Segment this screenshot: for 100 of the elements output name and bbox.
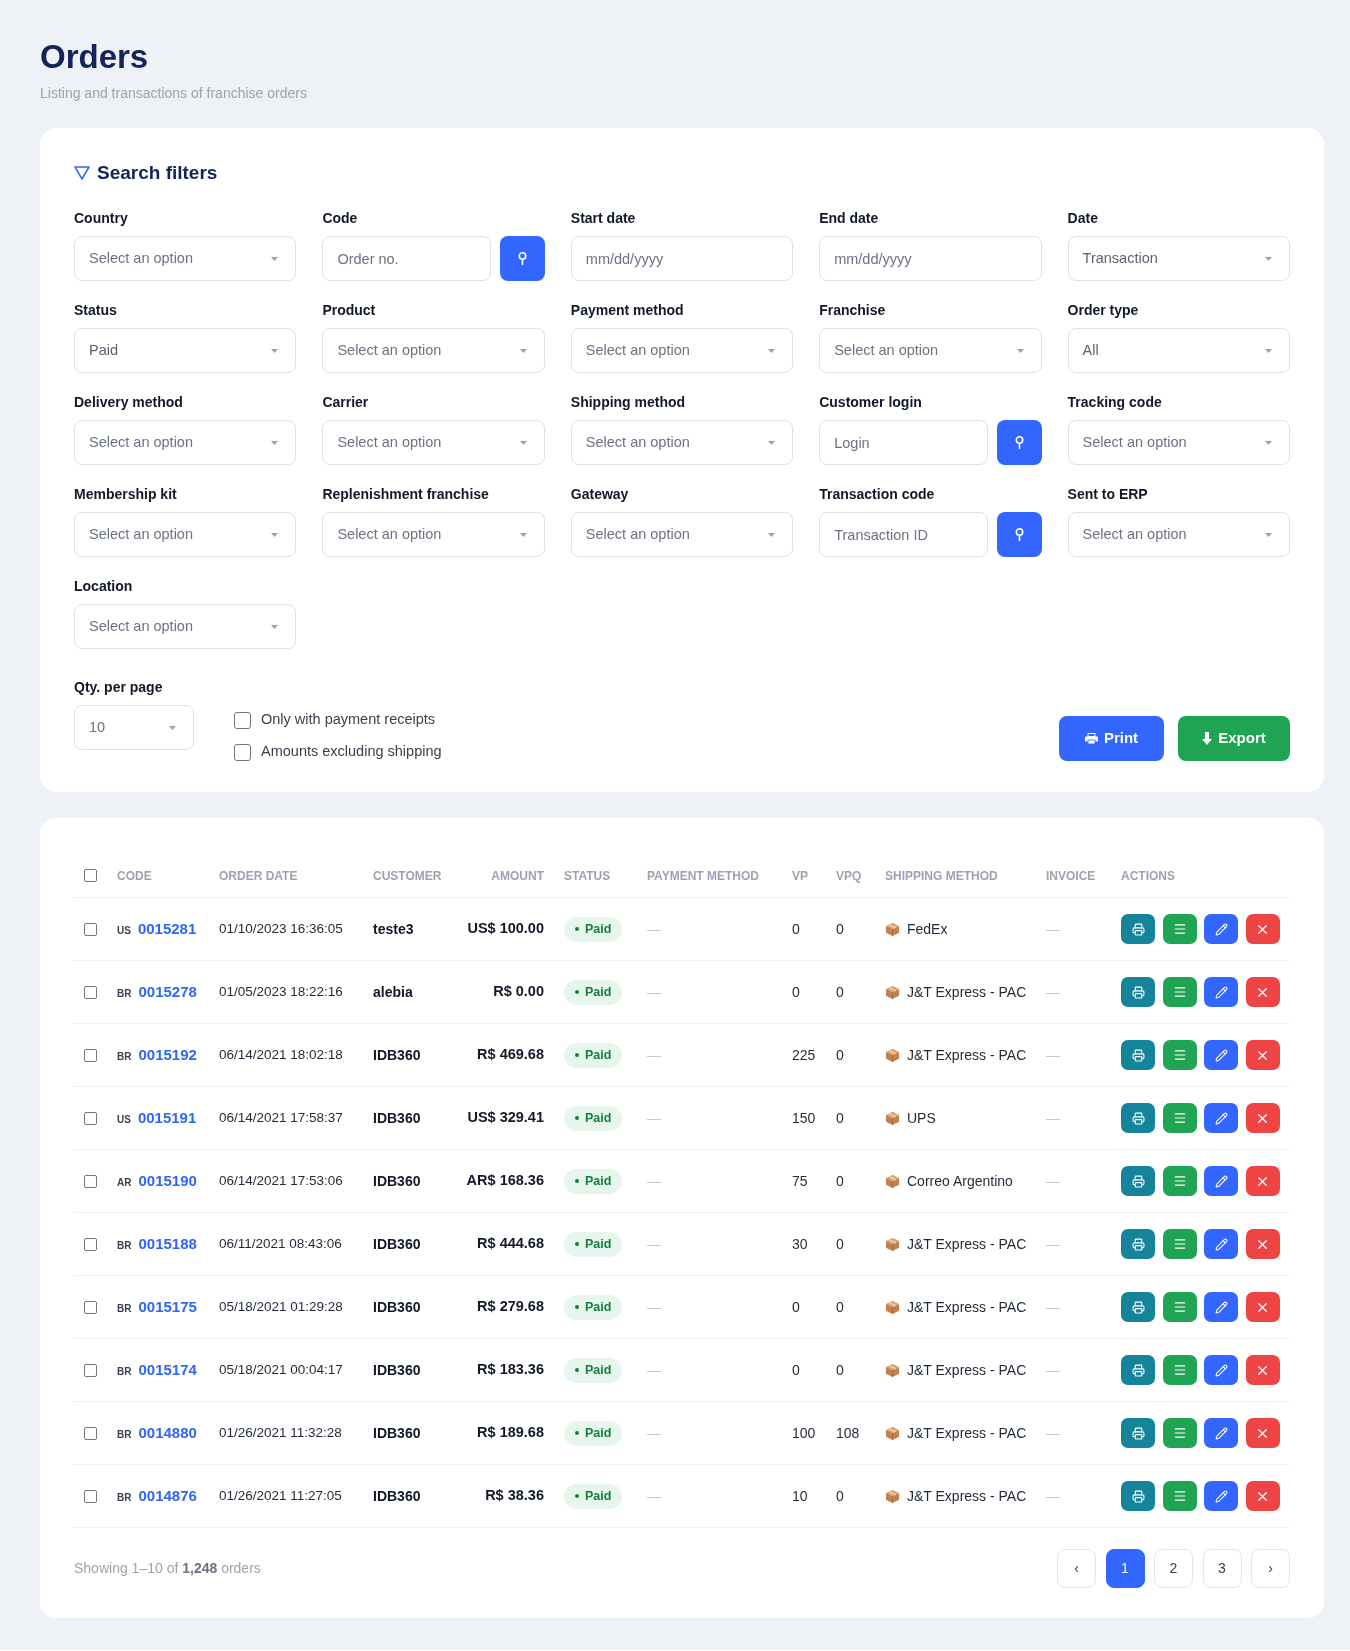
delete-button[interactable] — [1245, 1103, 1280, 1133]
select-field[interactable]: Select an option — [74, 604, 297, 649]
edit-button[interactable] — [1204, 1166, 1238, 1196]
checkbox[interactable] — [84, 1300, 97, 1314]
edit-button[interactable] — [1204, 1229, 1238, 1259]
search-button[interactable] — [996, 420, 1042, 465]
select-field[interactable]: Paid — [74, 328, 297, 373]
print-button[interactable] — [1121, 1292, 1155, 1322]
print-button[interactable]: Print — [1059, 716, 1164, 761]
order-code-link[interactable]: 0015188 — [138, 1232, 197, 1256]
edit-button[interactable] — [1204, 1355, 1238, 1385]
status-dot-icon — [575, 1179, 579, 1183]
delete-button[interactable] — [1245, 1292, 1280, 1322]
page-button[interactable]: 2 — [1154, 1549, 1193, 1588]
delete-button[interactable] — [1245, 1166, 1280, 1196]
select-field[interactable]: Select an option — [74, 236, 297, 281]
order-code-link[interactable]: 0015192 — [138, 1043, 197, 1067]
select-field[interactable]: Select an option — [322, 512, 545, 557]
select-field[interactable]: Select an option — [819, 328, 1042, 373]
details-button[interactable] — [1162, 977, 1197, 1007]
print-button[interactable] — [1121, 1166, 1155, 1196]
details-button[interactable] — [1162, 1481, 1197, 1511]
delete-button[interactable] — [1245, 1229, 1280, 1259]
order-code-link[interactable]: 0015191 — [137, 1106, 197, 1130]
print-button[interactable] — [1121, 1103, 1155, 1133]
print-button[interactable] — [1121, 1418, 1155, 1448]
printer-icon — [1131, 922, 1145, 936]
order-code-link[interactable]: 0014880 — [138, 1421, 197, 1445]
date-field[interactable]: mm/dd/yyyy — [570, 236, 794, 281]
text-field[interactable]: Order no. — [322, 236, 491, 281]
date-field[interactable]: mm/dd/yyyy — [819, 236, 1042, 281]
details-button[interactable] — [1162, 1229, 1197, 1259]
checkbox[interactable] — [84, 1111, 97, 1125]
edit-button[interactable] — [1204, 1481, 1238, 1511]
checkbox[interactable] — [84, 1489, 97, 1503]
checkbox[interactable] — [84, 1237, 97, 1251]
details-button[interactable] — [1162, 1166, 1197, 1196]
print-button[interactable] — [1121, 1481, 1155, 1511]
details-button[interactable] — [1162, 1103, 1197, 1133]
select-field[interactable]: All — [1067, 328, 1290, 373]
edit-button[interactable] — [1204, 1292, 1238, 1322]
delete-button[interactable] — [1245, 1418, 1280, 1448]
order-code-link[interactable]: 0015190 — [138, 1169, 197, 1193]
select-field[interactable]: Select an option — [570, 420, 794, 465]
order-code-link[interactable]: 0015175 — [138, 1295, 197, 1319]
previous-page-button[interactable]: ‹ — [1057, 1549, 1096, 1588]
checkbox[interactable] — [234, 743, 251, 761]
select-field[interactable]: Select an option — [570, 328, 794, 373]
text-field[interactable]: Transaction ID — [819, 512, 988, 557]
order-code-link[interactable]: 0015278 — [138, 980, 197, 1004]
delete-button[interactable] — [1245, 914, 1280, 944]
checkbox[interactable] — [84, 1426, 97, 1440]
select-field[interactable]: Select an option — [322, 420, 545, 465]
edit-button[interactable] — [1204, 1103, 1238, 1133]
checkbox[interactable] — [234, 711, 251, 729]
checkbox[interactable] — [84, 1174, 97, 1188]
select-field[interactable]: Select an option — [74, 420, 297, 465]
print-button[interactable] — [1121, 977, 1155, 1007]
select-field[interactable]: Select an option — [74, 512, 297, 557]
checkbox[interactable] — [84, 1048, 97, 1062]
edit-button[interactable] — [1204, 914, 1238, 944]
delete-button[interactable] — [1245, 977, 1280, 1007]
print-button[interactable] — [1121, 914, 1155, 944]
search-button[interactable] — [499, 236, 545, 281]
print-button[interactable] — [1121, 1229, 1155, 1259]
details-button[interactable] — [1162, 1040, 1197, 1070]
select-field[interactable]: 10 — [74, 705, 194, 750]
search-button[interactable] — [996, 512, 1042, 557]
order-date-text: 05/18/2021 00:04:17 — [219, 1360, 343, 1379]
details-button[interactable] — [1162, 1418, 1197, 1448]
customer-name: IDB360 — [373, 1171, 421, 1191]
select-field[interactable]: Select an option — [1067, 420, 1290, 465]
checkbox[interactable] — [84, 985, 97, 999]
payment-method-text: — — [647, 1423, 661, 1443]
delete-button[interactable] — [1245, 1355, 1280, 1385]
checkbox[interactable] — [84, 922, 97, 936]
select-field[interactable]: Select an option — [1067, 512, 1290, 557]
print-button[interactable] — [1121, 1355, 1155, 1385]
delete-button[interactable] — [1245, 1040, 1280, 1070]
edit-button[interactable] — [1204, 1040, 1238, 1070]
export-button[interactable]: Export — [1178, 716, 1290, 761]
checkbox[interactable] — [84, 1363, 97, 1377]
details-button[interactable] — [1162, 1355, 1197, 1385]
details-button[interactable] — [1162, 1292, 1197, 1322]
order-code-link[interactable]: 0015174 — [138, 1358, 197, 1382]
select-field[interactable]: Select an option — [322, 328, 545, 373]
delete-button[interactable] — [1245, 1481, 1280, 1511]
order-code-link[interactable]: 0015281 — [137, 917, 197, 941]
details-button[interactable] — [1162, 914, 1197, 944]
page-button[interactable]: 3 — [1202, 1549, 1242, 1588]
edit-button[interactable] — [1204, 1418, 1238, 1448]
edit-button[interactable] — [1204, 977, 1238, 1007]
order-code-link[interactable]: 0014876 — [138, 1484, 197, 1508]
select-field[interactable]: Select an option — [570, 512, 794, 557]
print-button[interactable] — [1121, 1040, 1155, 1070]
text-field[interactable]: Login — [819, 420, 988, 465]
checkbox[interactable] — [84, 869, 97, 882]
next-page-button[interactable]: › — [1251, 1549, 1290, 1588]
page-button[interactable]: 1 — [1105, 1549, 1145, 1588]
select-field[interactable]: Transaction — [1067, 236, 1290, 281]
